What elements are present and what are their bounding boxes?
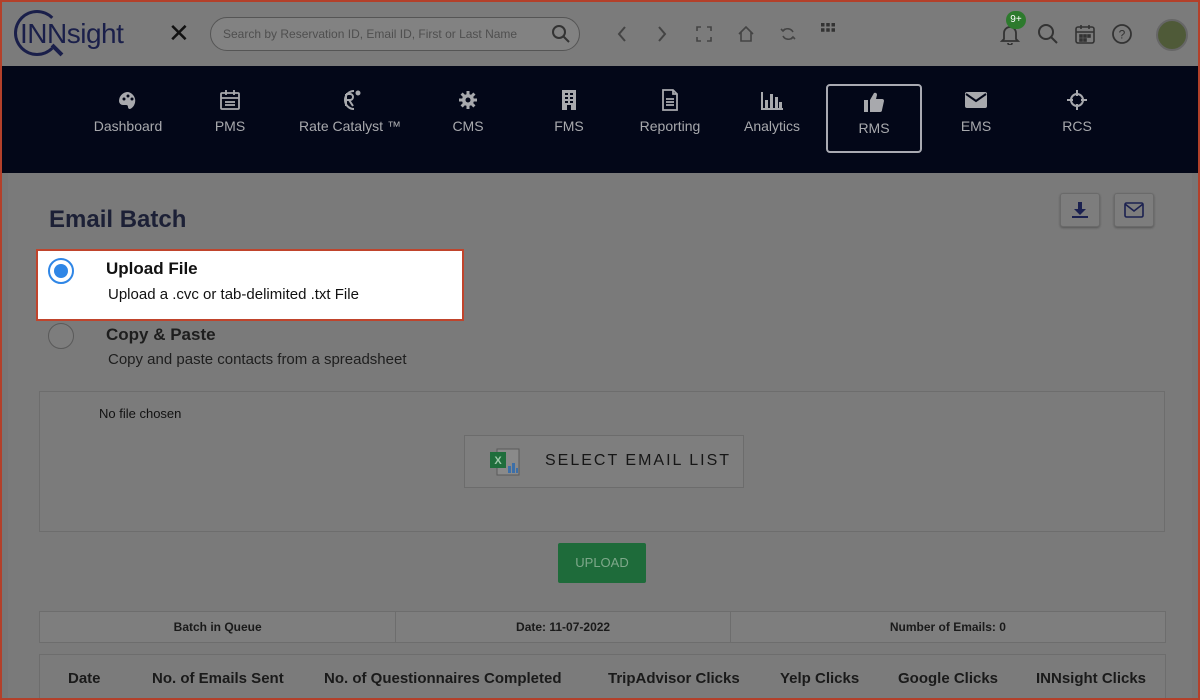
select-email-list-button[interactable]: X SELECT EMAIL LIST bbox=[464, 435, 744, 488]
bar-chart-icon bbox=[761, 92, 783, 110]
option-subtitle: Upload a .cvc or tab-delimited .txt File bbox=[108, 286, 359, 303]
option-title: Upload File bbox=[106, 259, 198, 278]
nav-item-label: CMS bbox=[452, 118, 484, 134]
nav-item-dashboard[interactable]: Dashboard bbox=[80, 84, 176, 152]
crosshair-icon bbox=[1067, 90, 1087, 110]
nav-item-cms[interactable]: CMS bbox=[420, 84, 516, 152]
envelope-icon bbox=[1124, 202, 1144, 218]
close-icon[interactable]: ✕ bbox=[168, 19, 190, 47]
nav-item-label: FMS bbox=[554, 118, 584, 134]
upload-button[interactable]: UPLOAD bbox=[558, 543, 646, 583]
excel-file-icon: X bbox=[490, 448, 520, 476]
option-subtitle: Copy and paste contacts from a spreadshe… bbox=[108, 351, 407, 368]
main-content: Email Batch Upload File Upload a .cvc or… bbox=[8, 173, 1192, 698]
envelope-icon bbox=[965, 92, 987, 108]
batch-queue-row: Batch in Queue Date: 11-07-2022 Number o… bbox=[39, 611, 1166, 643]
nav-item-rms[interactable]: RMS bbox=[826, 84, 922, 153]
top-bar: INNsight ✕ 9+ bbox=[2, 2, 1198, 66]
help-icon[interactable]: ? bbox=[1110, 22, 1134, 46]
building-icon bbox=[562, 90, 576, 110]
download-button[interactable] bbox=[1060, 193, 1100, 227]
innsight-logo[interactable]: INNsight bbox=[14, 8, 144, 60]
main-nav: Dashboard PMS Rate Catalyst ™ CMS FMS Re… bbox=[2, 66, 1198, 173]
option-title[interactable]: Copy & Paste bbox=[106, 325, 216, 345]
logo-text: INNsight bbox=[20, 18, 124, 49]
column-header[interactable]: No. of Questionnaires Completed bbox=[324, 670, 562, 687]
column-header[interactable]: TripAdvisor Clicks bbox=[608, 670, 740, 687]
nav-item-label: Analytics bbox=[743, 118, 801, 134]
nav-item-label: RMS bbox=[858, 120, 890, 136]
calendar-icon bbox=[220, 90, 240, 110]
expand-icon[interactable] bbox=[694, 24, 714, 44]
nav-item-reporting[interactable]: Reporting bbox=[622, 84, 718, 152]
column-header[interactable]: Google Clicks bbox=[898, 670, 998, 687]
email-count: Number of Emails: 0 bbox=[889, 620, 1006, 634]
column-header[interactable]: Yelp Clicks bbox=[780, 670, 859, 687]
refresh-icon[interactable] bbox=[778, 24, 798, 44]
palette-icon bbox=[119, 92, 136, 109]
nav-item-label: Rate Catalyst ™ bbox=[299, 118, 401, 134]
column-header[interactable]: INNsight Clicks bbox=[1036, 670, 1146, 687]
search-icon[interactable] bbox=[551, 24, 571, 49]
page-title: Email Batch bbox=[49, 206, 187, 233]
nav-item-pms[interactable]: PMS bbox=[182, 84, 278, 152]
select-email-list-label: SELECT EMAIL LIST bbox=[545, 452, 732, 469]
document-icon bbox=[662, 89, 678, 111]
notification-badge: 9+ bbox=[1006, 11, 1026, 29]
svg-text:X: X bbox=[494, 455, 502, 467]
table-header-row: Date No. of Emails Sent No. of Questionn… bbox=[39, 654, 1166, 698]
nav-item-rate-catalyst[interactable]: Rate Catalyst ™ bbox=[292, 84, 408, 152]
nav-item-rcs[interactable]: RCS bbox=[1029, 84, 1125, 152]
upload-file-option[interactable]: Upload File Upload a .cvc or tab-delimit… bbox=[36, 249, 464, 321]
gear-icon bbox=[459, 91, 477, 109]
nav-item-label: RCS bbox=[1062, 118, 1092, 134]
avatar[interactable] bbox=[1156, 19, 1188, 51]
nav-item-label: Reporting bbox=[639, 118, 701, 134]
apps-grid-icon[interactable] bbox=[818, 20, 838, 40]
email-button[interactable] bbox=[1114, 193, 1154, 227]
column-header[interactable]: No. of Emails Sent bbox=[152, 670, 284, 687]
file-drop-zone[interactable]: No file chosen X SELECT EMAIL LIST bbox=[39, 391, 1165, 532]
queue-date: Date: 11-07-2022 bbox=[396, 612, 731, 642]
nav-item-label: EMS bbox=[960, 118, 992, 134]
file-status: No file chosen bbox=[99, 406, 182, 421]
app-frame: INNsight ✕ 9+ bbox=[0, 0, 1200, 700]
column-header[interactable]: Date bbox=[68, 670, 101, 687]
chevron-right-icon[interactable] bbox=[652, 24, 672, 44]
batch-in-queue-label: Batch in Queue bbox=[40, 612, 397, 642]
nav-item-label: PMS bbox=[214, 118, 246, 134]
search-box[interactable] bbox=[210, 17, 580, 51]
home-icon[interactable] bbox=[736, 24, 756, 44]
calendar-icon[interactable] bbox=[1073, 22, 1097, 46]
nav-item-ems[interactable]: EMS bbox=[928, 84, 1024, 152]
copy-paste-radio[interactable] bbox=[48, 323, 74, 349]
svg-text:?: ? bbox=[1119, 28, 1126, 42]
rate-catalyst-icon bbox=[344, 90, 361, 110]
search-input[interactable] bbox=[223, 25, 543, 43]
thumbs-up-icon bbox=[864, 92, 884, 112]
chevron-left-icon[interactable] bbox=[612, 24, 632, 44]
nav-item-label: Dashboard bbox=[93, 118, 163, 134]
upload-file-radio[interactable] bbox=[48, 258, 74, 284]
nav-item-analytics[interactable]: Analytics bbox=[724, 84, 820, 152]
download-icon bbox=[1072, 202, 1088, 218]
search-icon[interactable] bbox=[1036, 22, 1060, 46]
nav-item-fms[interactable]: FMS bbox=[521, 84, 617, 152]
